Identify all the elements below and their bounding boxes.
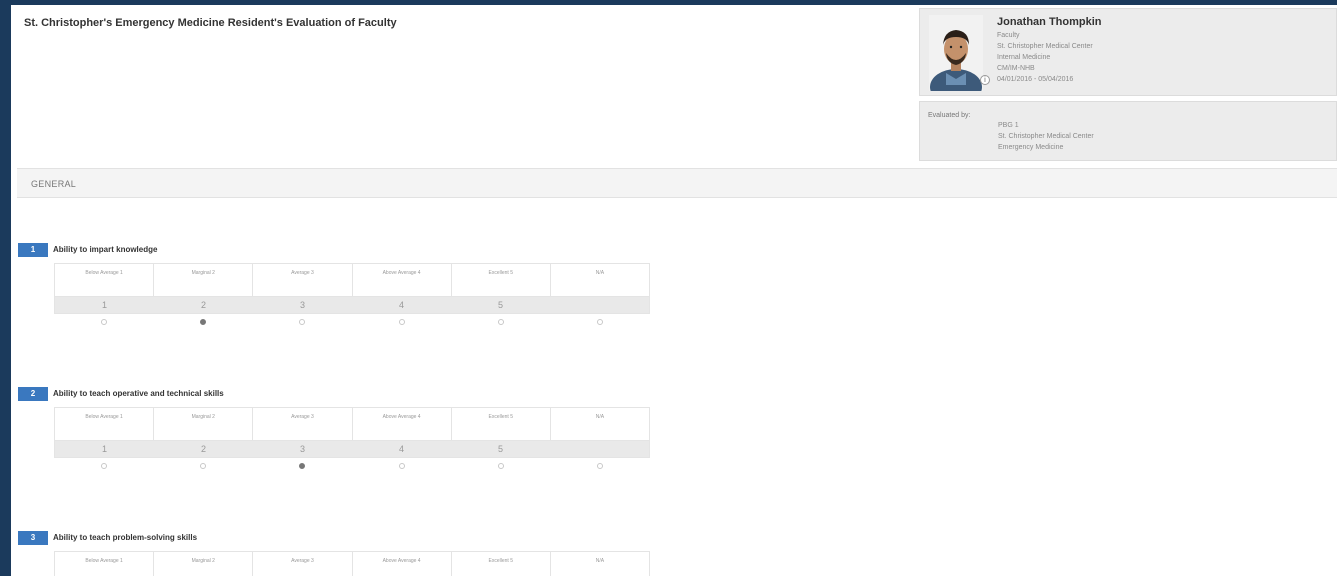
scale-header: Above Average 4 bbox=[353, 552, 452, 576]
scale-header: Below Average 1 bbox=[55, 264, 155, 296]
scale-value: 4 bbox=[398, 300, 404, 310]
scale-value: 2 bbox=[200, 300, 206, 310]
scale-header: Excellent 5 bbox=[452, 552, 551, 576]
rating-radio[interactable] bbox=[299, 463, 306, 469]
rating-radio[interactable] bbox=[100, 463, 107, 469]
scale-header: Below Average 1 bbox=[55, 552, 155, 576]
scale-radio-row bbox=[54, 314, 650, 330]
rating-scale: Below Average 1 Marginal 2 Average 3 Abo… bbox=[54, 407, 650, 474]
question-number-badge: 3 bbox=[18, 531, 48, 545]
scale-header: Average 3 bbox=[253, 552, 353, 576]
scale-header: N/A bbox=[595, 558, 605, 564]
scale-header: Excellent 5 bbox=[452, 408, 551, 440]
scale-value bbox=[550, 297, 649, 313]
info-icon[interactable]: i bbox=[980, 75, 990, 85]
rating-radio[interactable] bbox=[597, 463, 604, 469]
rating-radio[interactable] bbox=[497, 463, 504, 469]
scale-header: Above Average 4 bbox=[353, 264, 452, 296]
faculty-role: Faculty bbox=[997, 32, 1020, 39]
rating-radio[interactable] bbox=[398, 463, 405, 469]
scale-value: 5 bbox=[497, 300, 503, 310]
scale-header: Below Average 1 bbox=[55, 408, 155, 440]
form-title: St. Christopher's Emergency Medicine Res… bbox=[24, 17, 397, 29]
evaluator-institution: St. Christopher Medical Center bbox=[998, 133, 1094, 140]
faculty-department: Internal Medicine bbox=[997, 54, 1051, 61]
evaluation-page: St. Christopher's Emergency Medicine Res… bbox=[11, 5, 1337, 576]
faculty-institution: St. Christopher Medical Center bbox=[997, 43, 1093, 50]
rating-radio[interactable] bbox=[497, 319, 504, 325]
evaluated-by-label: Evaluated by: bbox=[928, 112, 971, 119]
faculty-date-range: 04/01/2016 - 05/04/2016 bbox=[997, 76, 1074, 83]
avatar bbox=[929, 15, 983, 91]
rating-radio[interactable] bbox=[100, 319, 107, 325]
section-header: GENERAL bbox=[17, 168, 1337, 198]
scale-header-row: Below Average 1 Marginal 2 Average 3 Abo… bbox=[54, 407, 650, 441]
rating-scale: Below Average 1 Marginal 2 Average 3 Abo… bbox=[54, 263, 650, 330]
rating-radio[interactable] bbox=[398, 319, 405, 325]
scale-value: 1 bbox=[101, 300, 107, 310]
scale-value: 3 bbox=[299, 444, 305, 454]
scale-value: 4 bbox=[398, 444, 404, 454]
question-number-badge: 1 bbox=[18, 243, 48, 257]
scale-value: 3 bbox=[299, 300, 305, 310]
scale-value-row: 1 2 3 4 5 bbox=[54, 441, 650, 458]
scale-value: 5 bbox=[497, 444, 503, 454]
scale-header: Average 3 bbox=[253, 264, 353, 296]
scale-header: Marginal 2 bbox=[154, 552, 254, 576]
evaluator-name: PBG 1 bbox=[998, 122, 1019, 129]
scale-header: Marginal 2 bbox=[154, 264, 254, 296]
faculty-name: Jonathan Thompkin bbox=[997, 16, 1102, 28]
faculty-code: CM/IM-NHB bbox=[997, 65, 1035, 72]
rating-radio[interactable] bbox=[299, 319, 306, 325]
question-text: Ability to impart knowledge bbox=[53, 245, 158, 254]
question-number-badge: 2 bbox=[18, 387, 48, 401]
scale-radio-row bbox=[54, 458, 650, 474]
rating-radio[interactable] bbox=[597, 319, 604, 325]
scale-header: N/A bbox=[595, 270, 605, 276]
scale-header: N/A bbox=[595, 414, 605, 420]
question-text: Ability to teach problem-solving skills bbox=[53, 533, 198, 542]
faculty-profile-card: i Jonathan Thompkin Faculty St. Christop… bbox=[919, 8, 1337, 96]
scale-header: Above Average 4 bbox=[353, 408, 452, 440]
scale-header: Excellent 5 bbox=[452, 264, 551, 296]
scale-header-row: Below Average 1 Marginal 2 Average 3 Abo… bbox=[54, 263, 650, 297]
scale-value bbox=[550, 441, 649, 457]
rating-radio[interactable] bbox=[199, 463, 206, 469]
scale-value: 2 bbox=[200, 444, 206, 454]
rating-scale: Below Average 1 Marginal 2 Average 3 Abo… bbox=[54, 551, 650, 576]
scale-value: 1 bbox=[101, 444, 107, 454]
evaluator-department: Emergency Medicine bbox=[998, 144, 1064, 151]
scale-value-row: 1 2 3 4 5 bbox=[54, 297, 650, 314]
evaluator-card: Evaluated by: PBG 1 St. Christopher Medi… bbox=[919, 101, 1337, 161]
section-title: GENERAL bbox=[31, 179, 77, 189]
question-text: Ability to teach operative and technical… bbox=[53, 389, 224, 398]
scale-header: Average 3 bbox=[253, 408, 353, 440]
scale-header: Marginal 2 bbox=[154, 408, 254, 440]
rating-radio[interactable] bbox=[199, 319, 206, 325]
scale-header-row: Below Average 1 Marginal 2 Average 3 Abo… bbox=[54, 551, 650, 576]
